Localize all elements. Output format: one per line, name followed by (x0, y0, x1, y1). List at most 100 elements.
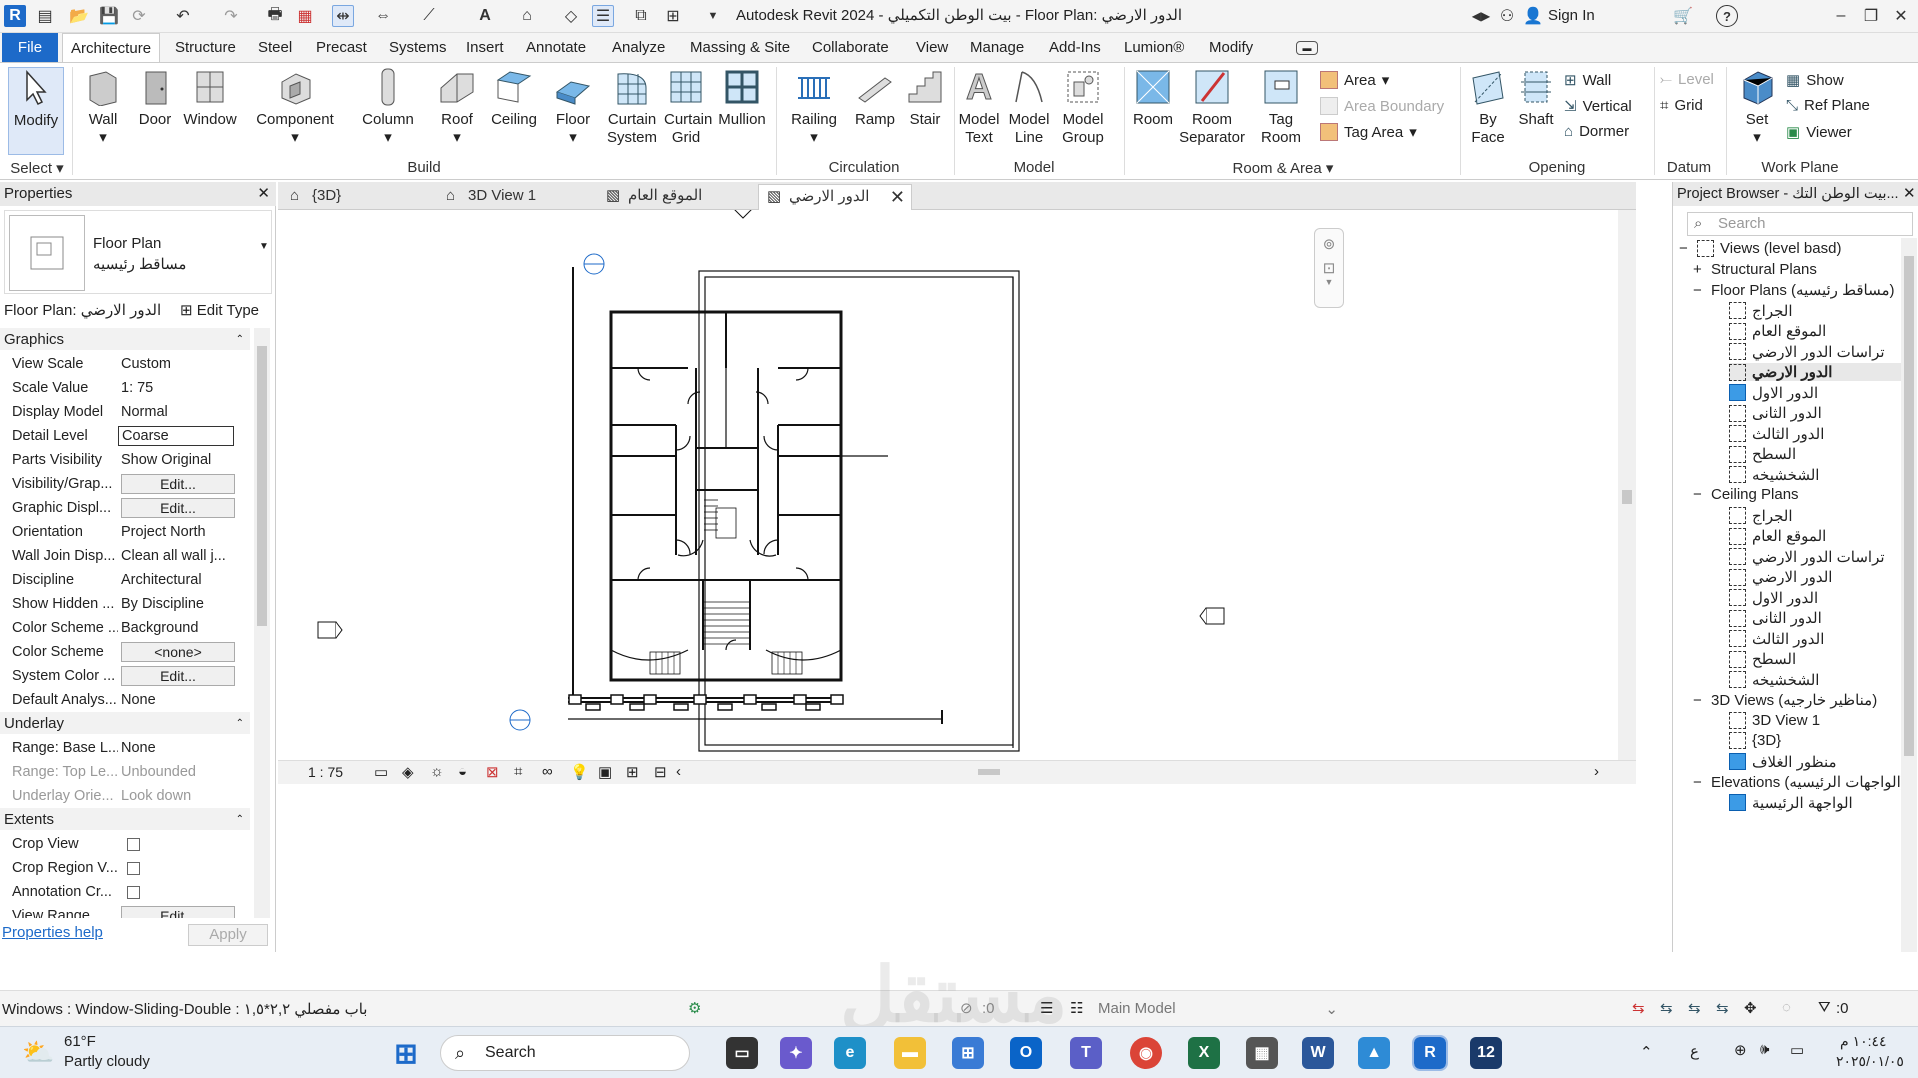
viewer-button[interactable]: ▣ Viewer (1786, 123, 1852, 142)
property-value[interactable]: Architectural (118, 572, 240, 588)
tree-floor-plan-item[interactable]: الشخشيخه (1729, 466, 1819, 484)
tree-floor-plan-item[interactable]: السطح (1729, 445, 1796, 463)
level-button[interactable]: ⤚ Level (1660, 71, 1714, 88)
property-value[interactable]: Project North (118, 524, 240, 540)
tree-floor-plan-item[interactable]: الدور الثانى (1729, 404, 1822, 422)
tree-floor-plan-item[interactable]: الدور الارضي (1729, 363, 1901, 381)
revit-logo-icon[interactable]: R (4, 5, 26, 27)
crop-icon[interactable]: ⊠ (486, 763, 499, 781)
instance-filter[interactable]: Floor Plan: الدور الارضي ⌄ (4, 300, 174, 341)
tab-modify[interactable]: Modify (1201, 33, 1261, 63)
tree-ceiling-plan-item[interactable]: الدور الارضي (1729, 568, 1832, 586)
edge-icon[interactable]: e (834, 1037, 866, 1069)
tree-ceiling-plan-item[interactable]: السطح (1729, 650, 1796, 668)
calculator-icon[interactable]: ▦ (1246, 1037, 1278, 1069)
tree-ceiling-plan-item[interactable]: الجراج (1729, 507, 1793, 525)
property-value[interactable]: 1: 75 (118, 380, 240, 396)
tree-ceiling-plan-item[interactable]: الشخشيخه (1729, 671, 1819, 689)
property-value[interactable]: By Discipline (118, 596, 240, 612)
property-value[interactable]: Clean all wall j... (118, 548, 240, 564)
browser-search-box[interactable]: ⌕ Search (1687, 212, 1913, 236)
property-edit-button[interactable]: Edit... (121, 498, 235, 518)
shadows-icon[interactable]: ◒ (458, 763, 467, 780)
scroll-left-icon[interactable]: ‹ (676, 763, 681, 780)
tree-ceiling-plan-item[interactable]: الدور الثالث (1729, 630, 1824, 648)
vertical-button[interactable]: ⇲ Vertical (1564, 97, 1632, 116)
properties-close-icon[interactable]: ✕ (257, 182, 270, 206)
ramp-button[interactable]: Ramp (850, 67, 900, 129)
word-icon[interactable]: W (1302, 1037, 1334, 1069)
weather-icon[interactable]: ⛅ (22, 1037, 54, 1068)
measure-icon[interactable]: ⇔ (372, 5, 394, 27)
type-selector[interactable]: Floor Plan مساقط رئيسيه ▼ (4, 210, 272, 294)
photos-icon[interactable]: ▲ (1358, 1037, 1390, 1069)
tab-architecture[interactable]: Architecture (62, 33, 161, 63)
customize-qat-icon[interactable]: ▼ (702, 5, 724, 27)
canvas-scrollbar-horizontal[interactable] (978, 769, 1000, 775)
select-pinned-icon[interactable]: ⇆ (1688, 999, 1701, 1017)
filter-icon[interactable]: ⛛ (1818, 999, 1831, 1016)
dormer-button[interactable]: ⌂ Dormer (1564, 123, 1629, 140)
clock-date[interactable]: ٢٠٢٥/٠١/٠٥ (1836, 1053, 1904, 1070)
steering-wheel-icon[interactable]: ⊚ (1315, 235, 1343, 253)
tree-floor-plan-item[interactable]: الجراج (1729, 302, 1793, 320)
model-text-button[interactable]: A Model Text (956, 67, 1002, 147)
close-hidden-icon[interactable]: ⧉ (630, 5, 652, 27)
clock-time[interactable]: ١٠:٤٤ م (1840, 1033, 1887, 1050)
grid-button[interactable]: ⌗ Grid (1660, 97, 1703, 114)
browser-close-icon[interactable]: ✕ (1903, 184, 1916, 202)
align-dim-icon[interactable]: ⇹ (332, 5, 354, 27)
tree-ceiling-plan-item[interactable]: تراسات الدور الارضي (1729, 548, 1885, 566)
scroll-right-icon[interactable]: › (1594, 763, 1599, 780)
section-icon[interactable]: ◇ (560, 5, 582, 27)
excel-icon[interactable]: X (1188, 1037, 1220, 1069)
property-checkbox[interactable] (127, 885, 140, 899)
tray-chevron-icon[interactable]: ⌃ (1640, 1043, 1653, 1061)
design-options-2-icon[interactable]: ☷ (1070, 999, 1083, 1017)
zoom-region-icon[interactable]: ⊡ (1315, 259, 1343, 277)
tab-view-3d-view-1[interactable]: ⌂ 3D View 1 (438, 184, 588, 210)
collapse-icon[interactable]: − (1693, 774, 1705, 791)
property-value[interactable]: Show Original (118, 452, 240, 468)
default-3d-icon[interactable]: ⌂ (516, 5, 538, 27)
section-underlay[interactable]: Underlay ⌃ (0, 712, 250, 734)
component-button[interactable]: Component ▾ (252, 67, 338, 147)
property-value[interactable] (118, 837, 240, 851)
property-value[interactable]: <none> (118, 642, 240, 662)
property-edit-button[interactable]: <none> (121, 642, 235, 662)
property-edit-button[interactable]: Edit... (121, 906, 235, 918)
tab-view[interactable]: View (908, 33, 956, 63)
workset-icon[interactable]: ⚙ (688, 999, 701, 1017)
arrows-icon[interactable]: ◀▶ (1470, 5, 1492, 27)
tab-precast[interactable]: Precast (308, 33, 375, 63)
volume-icon[interactable]: 🕪 (1760, 1041, 1769, 1058)
battery-icon[interactable]: ▭ (1790, 1041, 1804, 1059)
sign-in-link[interactable]: Sign In (1548, 7, 1595, 24)
property-edit-button[interactable]: Edit... (121, 666, 235, 686)
properties-help-link[interactable]: Properties help (2, 924, 103, 941)
print-icon[interactable]: 🖶 (264, 5, 286, 27)
visual-style-icon[interactable]: ◈ (402, 763, 414, 781)
store-icon[interactable]: ⊞ (952, 1037, 984, 1069)
ceiling-button[interactable]: Ceiling (486, 67, 542, 129)
drawing-area[interactable]: ⊚ ⊡ ▼ 1 : 75 ▭ ◈ ☼ ◒ ⊠ ⌗ ∞ 💡 ▣ ⊞ ⊟ ‹ › (278, 210, 1636, 950)
collapse-icon[interactable]: − (1693, 486, 1705, 503)
tab-structure[interactable]: Structure (167, 33, 244, 63)
property-value[interactable]: Unbounded (118, 764, 240, 780)
by-face-button[interactable]: By Face (1466, 67, 1510, 147)
export-icon[interactable]: ▦ (294, 5, 316, 27)
property-edit-button[interactable]: Edit... (121, 474, 235, 494)
thin-lines-icon[interactable]: ☰ (592, 5, 614, 27)
tag-room-button[interactable]: Tag Room (1256, 67, 1306, 147)
minimize-icon[interactable]: – (1830, 5, 1852, 27)
roof-button[interactable]: Roof ▾ (432, 67, 482, 147)
opening-wall-button[interactable]: ⊞ Wall (1564, 71, 1611, 90)
edit-type-button[interactable]: ⊞ Edit Type (180, 300, 259, 322)
tab-systems[interactable]: Systems (381, 33, 455, 63)
property-value[interactable] (118, 885, 240, 899)
sun-path-icon[interactable]: ☼ (430, 763, 444, 780)
curtain-grid-button[interactable]: Curtain Grid (664, 67, 712, 147)
taskbar-search[interactable]: ⌕ Search (440, 1035, 690, 1071)
tree-floor-plan-item[interactable]: الموقع العام (1729, 322, 1826, 340)
main-model-select[interactable]: Main Model ⌄ (1098, 1000, 1338, 1018)
